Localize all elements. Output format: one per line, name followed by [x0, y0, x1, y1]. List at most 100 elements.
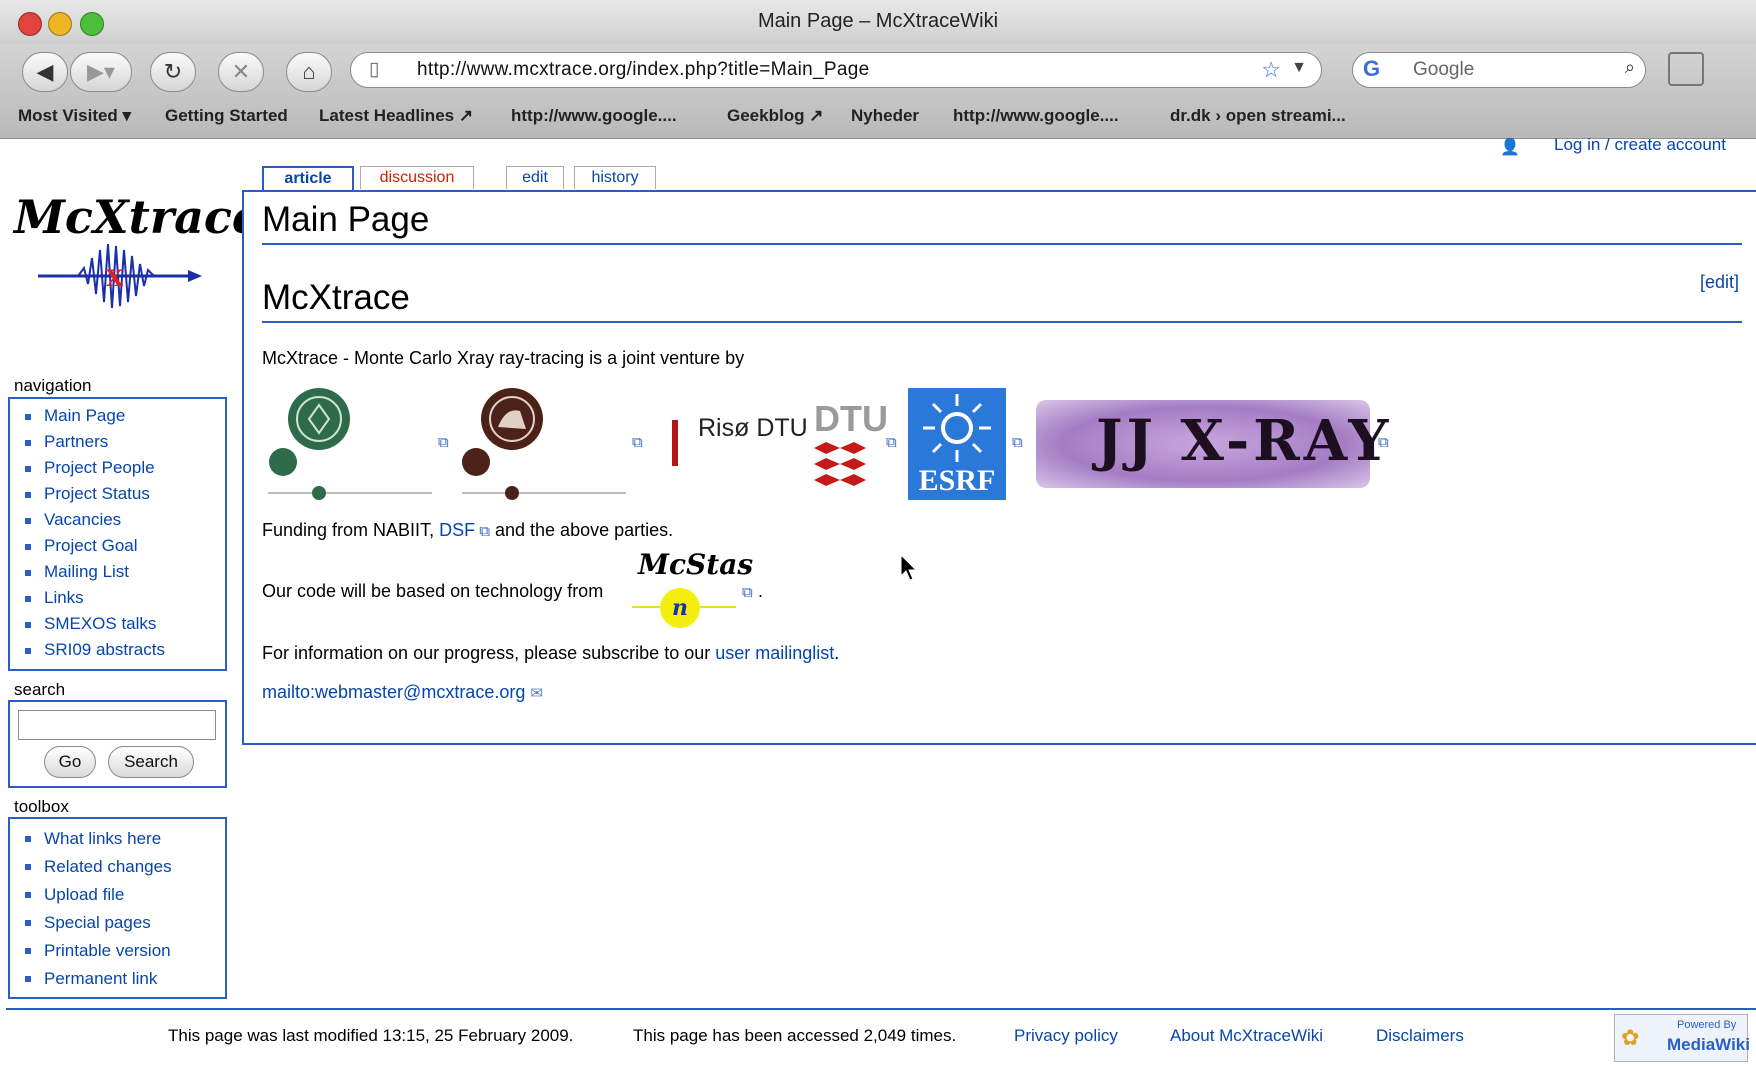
search-button[interactable]: Search: [108, 746, 194, 778]
mailinglist-link[interactable]: user mailinglist: [715, 643, 834, 663]
url-bar[interactable]: ▯ http://www.mcxtrace.org/index.php?titl…: [350, 52, 1322, 88]
bookmark-item[interactable]: Latest Headlines ↗: [319, 106, 473, 126]
external-link-icon: ⧉: [438, 434, 449, 451]
funding-line: Funding from NABIIT, DSF ⧉ and the above…: [262, 520, 673, 541]
tab-edit[interactable]: edit: [506, 166, 564, 189]
reload-icon[interactable]: ↻: [150, 52, 196, 92]
dsf-link[interactable]: DSF: [439, 520, 475, 540]
nav-item[interactable]: Project Status: [10, 481, 225, 507]
chevron-down-icon[interactable]: ▼: [1291, 59, 1307, 77]
nav-item[interactable]: Mailing List: [10, 559, 225, 585]
bookmark-item[interactable]: Nyheder: [851, 106, 919, 126]
tab-article[interactable]: article: [262, 166, 354, 190]
web-search-input[interactable]: Google: [1413, 59, 1474, 81]
tab-history[interactable]: history: [574, 166, 656, 189]
toolbox-item[interactable]: Related changes: [10, 853, 225, 881]
riso-bar-icon: [672, 420, 678, 466]
code-period: .: [758, 581, 764, 601]
bookmark-item[interactable]: Geekblog ↗: [727, 106, 823, 126]
nav-item[interactable]: Project Goal: [10, 533, 225, 559]
title-divider: [262, 243, 1742, 245]
university-seal-brown-logo[interactable]: [458, 385, 628, 503]
bookmark-item[interactable]: Most Visited ▾: [18, 106, 131, 126]
esrf-label: ESRF: [918, 464, 996, 497]
bookmark-item[interactable]: http://www.google....: [511, 106, 677, 126]
navigation-portlet: Main Page Partners Project People Projec…: [8, 397, 227, 671]
riso-dtu-logo[interactable]: Risø DTU: [698, 414, 808, 443]
toolbox-item[interactable]: Special pages: [10, 909, 225, 937]
dtu-logo[interactable]: DTU: [814, 398, 888, 440]
search-title: search: [14, 680, 66, 699]
external-link-icon: ⧉: [1012, 434, 1023, 451]
web-search-box[interactable]: G Google ⌕: [1352, 52, 1646, 88]
mail-icon: ✉: [530, 685, 543, 702]
toolbox-item[interactable]: Permanent link: [10, 965, 225, 993]
nav-item[interactable]: Partners: [10, 429, 225, 455]
mcstas-neutron-icon: n: [660, 588, 700, 628]
go-button[interactable]: Go: [44, 746, 96, 778]
toolbox-portlet: What links here Related changes Upload f…: [8, 817, 227, 999]
powered-by-mediawiki-badge[interactable]: ✿ Powered By MediaWiki: [1614, 1014, 1750, 1062]
wiki-search-input[interactable]: [18, 710, 216, 740]
dtu-waves-icon: [814, 442, 866, 486]
stop-icon[interactable]: ✕: [218, 52, 264, 92]
mouse-cursor-icon: [900, 554, 918, 581]
login-link[interactable]: Log in / create account: [1554, 135, 1726, 155]
user-icon: 👤: [1500, 139, 1520, 156]
toolbox-item[interactable]: Upload file: [10, 881, 225, 909]
bookmark-item[interactable]: http://www.google....: [953, 106, 1119, 126]
mediawiki-label: MediaWiki: [1667, 1035, 1750, 1054]
mcstas-logo-text: McStas: [638, 548, 754, 581]
site-logo-text[interactable]: McXtrace: [14, 190, 261, 244]
esrf-logo[interactable]: ESRF: [908, 388, 1006, 500]
mcstas-logo[interactable]: McStas n: [632, 548, 753, 630]
nav-item[interactable]: SRI09 abstracts: [10, 637, 225, 663]
powered-by-label: Powered By: [1677, 1019, 1737, 1031]
bookmark-item[interactable]: Getting Started: [165, 106, 288, 126]
footer-divider: [6, 1008, 1756, 1010]
home-icon[interactable]: ⌂: [286, 52, 332, 92]
code-prefix: Our code will be based on technology fro…: [262, 581, 604, 601]
bookmark-star-icon[interactable]: ☆: [1261, 57, 1281, 83]
sunflower-icon: ✿: [1621, 1025, 1640, 1050]
nav-item[interactable]: Vacancies: [10, 507, 225, 533]
mailto-link[interactable]: mailto:webmaster@mcxtrace.org: [262, 682, 525, 702]
window-title: Main Page – McXtraceWiki: [757, 10, 999, 32]
page-views-text: This page has been accessed 2,049 times.: [633, 1026, 957, 1045]
nav-item[interactable]: Main Page: [10, 403, 225, 429]
progress-line: For information on our progress, please …: [262, 643, 839, 664]
nav-item[interactable]: Links: [10, 585, 225, 611]
search-icon[interactable]: ⌕: [1625, 57, 1635, 78]
section-edit-link[interactable]: [edit]: [1700, 272, 1739, 293]
tab-discussion[interactable]: discussion: [360, 166, 474, 189]
funding-prefix: Funding from NABIIT,: [262, 520, 435, 540]
privacy-policy-link[interactable]: Privacy policy: [1014, 1026, 1118, 1046]
disclaimers-link[interactable]: Disclaimers: [1376, 1026, 1464, 1046]
mailto-line: mailto:webmaster@mcxtrace.org ✉: [262, 682, 543, 703]
google-icon: G: [1363, 56, 1381, 81]
logo-wave-icon: X: [38, 243, 202, 309]
page-title: Main Page: [262, 200, 430, 239]
toolbox-title: toolbox: [14, 797, 69, 816]
back-icon[interactable]: ◀: [22, 52, 68, 92]
esrf-sun-icon: [923, 394, 991, 462]
last-modified-text: This page was last modified 13:15, 25 Fe…: [168, 1026, 574, 1045]
tabs-overview-icon[interactable]: [1668, 52, 1704, 86]
navigation-title: navigation: [14, 376, 92, 395]
toolbox-item[interactable]: Printable version: [10, 937, 225, 965]
jj-xray-logo[interactable]: JJ X-RAY: [1036, 400, 1388, 488]
external-link-icon: ⧉: [886, 434, 897, 451]
about-link[interactable]: About McXtraceWiki: [1170, 1026, 1323, 1046]
nav-item[interactable]: SMEXOS talks: [10, 611, 225, 637]
section-heading: McXtrace: [262, 278, 410, 317]
university-seal-green-logo[interactable]: [264, 385, 434, 503]
forward-icon[interactable]: ▶▾: [70, 52, 132, 92]
toolbox-item[interactable]: What links here: [10, 825, 225, 853]
svg-text:X: X: [106, 266, 124, 292]
nav-item[interactable]: Project People: [10, 455, 225, 481]
intro-text: McXtrace - Monte Carlo Xray ray-tracing …: [262, 348, 745, 368]
section-divider: [262, 321, 1742, 323]
bookmark-item[interactable]: dr.dk › open streami...: [1170, 106, 1346, 126]
progress-suffix: .: [834, 643, 840, 663]
external-link-icon: ⧉: [742, 584, 753, 601]
